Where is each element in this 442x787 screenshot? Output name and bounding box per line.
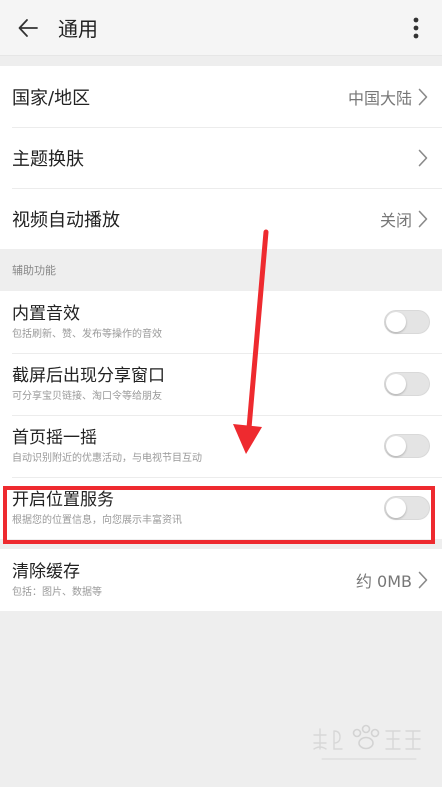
assist-settings-section: 内置音效 包括刷新、赞、发布等操作的音效 截屏后出现分享窗口 可分享宝贝链接、淘… (0, 291, 442, 539)
location-service-toggle[interactable] (384, 496, 430, 520)
row-text: 开启位置服务 根据您的位置信息，向您展示丰富资讯 (12, 489, 384, 527)
toggle-knob (386, 374, 406, 394)
chevron-right-icon (416, 569, 430, 591)
home-shake-row: 首页摇一摇 自动识别附近的优惠活动，与电视节目互动 (0, 415, 442, 477)
chevron-right-icon (416, 147, 430, 169)
top-app-bar: 通用 (0, 0, 442, 56)
toggle-knob (386, 498, 406, 518)
screenshot-share-description: 可分享宝贝链接、淘口令等给朋友 (12, 391, 162, 402)
theme-skin-row[interactable]: 主题换肤 (0, 127, 442, 188)
cache-size-value: 约 0MB (355, 572, 412, 591)
more-options-button[interactable] (398, 0, 434, 55)
row-text: 内置音效 包括刷新、赞、发布等操作的音效 (12, 303, 384, 341)
row-text: 清除缓存 包括：图片、数据等 (12, 561, 356, 599)
builtin-sound-row: 内置音效 包括刷新、赞、发布等操作的音效 (0, 291, 442, 353)
builtin-sound-description: 包括刷新、赞、发布等操作的音效 (12, 329, 162, 340)
toggle-knob (386, 312, 406, 332)
video-autoplay-value: 关闭 (379, 210, 412, 230)
video-autoplay-row[interactable]: 视频自动播放 关闭 (0, 188, 442, 249)
arrow-left-icon (18, 18, 38, 37)
section-gap (0, 539, 442, 549)
section-gap (0, 56, 442, 66)
general-settings-section: 国家/地区 中国大陆 主题换肤 视频自动播放 关闭 (0, 66, 442, 249)
builtin-sound-toggle[interactable] (384, 310, 430, 334)
clear-cache-description: 包括：图片、数据等 (12, 587, 102, 598)
screenshot-share-label: 截屏后出现分享窗口 (12, 366, 165, 386)
cache-section: 清除缓存 包括：图片、数据等 约 0MB (0, 549, 442, 611)
assist-section-label: 辅助功能 (0, 249, 442, 291)
country-region-label: 国家/地区 (12, 87, 91, 109)
builtin-sound-label: 内置音效 (12, 304, 80, 324)
location-service-description: 根据您的位置信息，向您展示丰富资讯 (12, 515, 182, 526)
more-vertical-icon (413, 17, 419, 38)
screenshot-share-toggle[interactable] (384, 372, 430, 396)
row-text: 首页摇一摇 自动识别附近的优惠活动，与电视节目互动 (12, 427, 384, 465)
baidu-jingyan-watermark-logo (313, 724, 421, 760)
clear-cache-label: 清除缓存 (12, 562, 80, 582)
theme-skin-label: 主题换肤 (12, 148, 84, 170)
country-region-row[interactable]: 国家/地区 中国大陆 (0, 66, 442, 127)
toggle-knob (386, 436, 406, 456)
country-region-value: 中国大陆 (347, 88, 412, 108)
video-autoplay-label: 视频自动播放 (12, 209, 120, 231)
clear-cache-row[interactable]: 清除缓存 包括：图片、数据等 约 0MB (0, 549, 442, 611)
screenshot-share-row: 截屏后出现分享窗口 可分享宝贝链接、淘口令等给朋友 (0, 353, 442, 415)
back-button[interactable] (0, 0, 56, 55)
home-shake-description: 自动识别附近的优惠活动，与电视节目互动 (12, 453, 202, 464)
location-service-row: 开启位置服务 根据您的位置信息，向您展示丰富资讯 (0, 477, 442, 539)
home-shake-toggle[interactable] (384, 434, 430, 458)
page-title: 通用 (58, 17, 98, 41)
chevron-right-icon (416, 86, 430, 108)
row-text: 截屏后出现分享窗口 可分享宝贝链接、淘口令等给朋友 (12, 365, 384, 403)
chevron-right-icon (416, 208, 430, 230)
home-shake-label: 首页摇一摇 (12, 428, 97, 448)
location-service-label: 开启位置服务 (12, 490, 114, 510)
